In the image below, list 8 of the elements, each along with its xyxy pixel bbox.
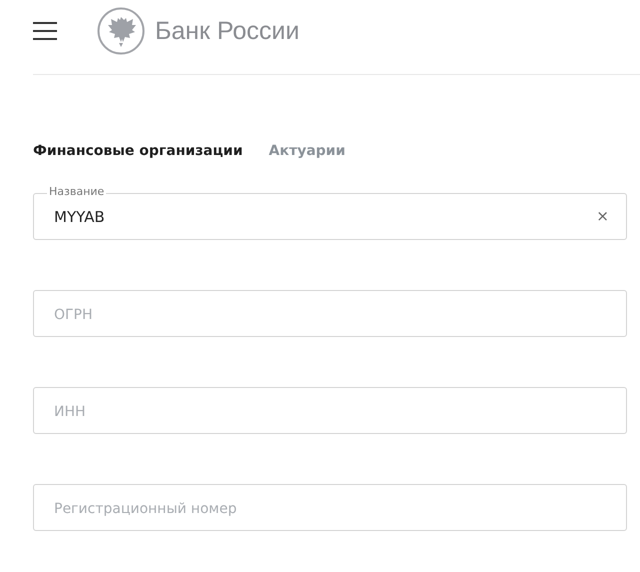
input-field[interactable]: ОГРН [33,290,627,337]
input-field[interactable]: ИНН [33,387,627,434]
input-field[interactable]: Регистрационный номер [33,484,627,531]
menu-button[interactable] [33,22,57,40]
field-label: Название [47,186,106,198]
bank-title: Банк России [155,16,300,46]
clear-button[interactable]: × [596,207,609,225]
tab[interactable]: Финансовые организации [33,143,243,159]
